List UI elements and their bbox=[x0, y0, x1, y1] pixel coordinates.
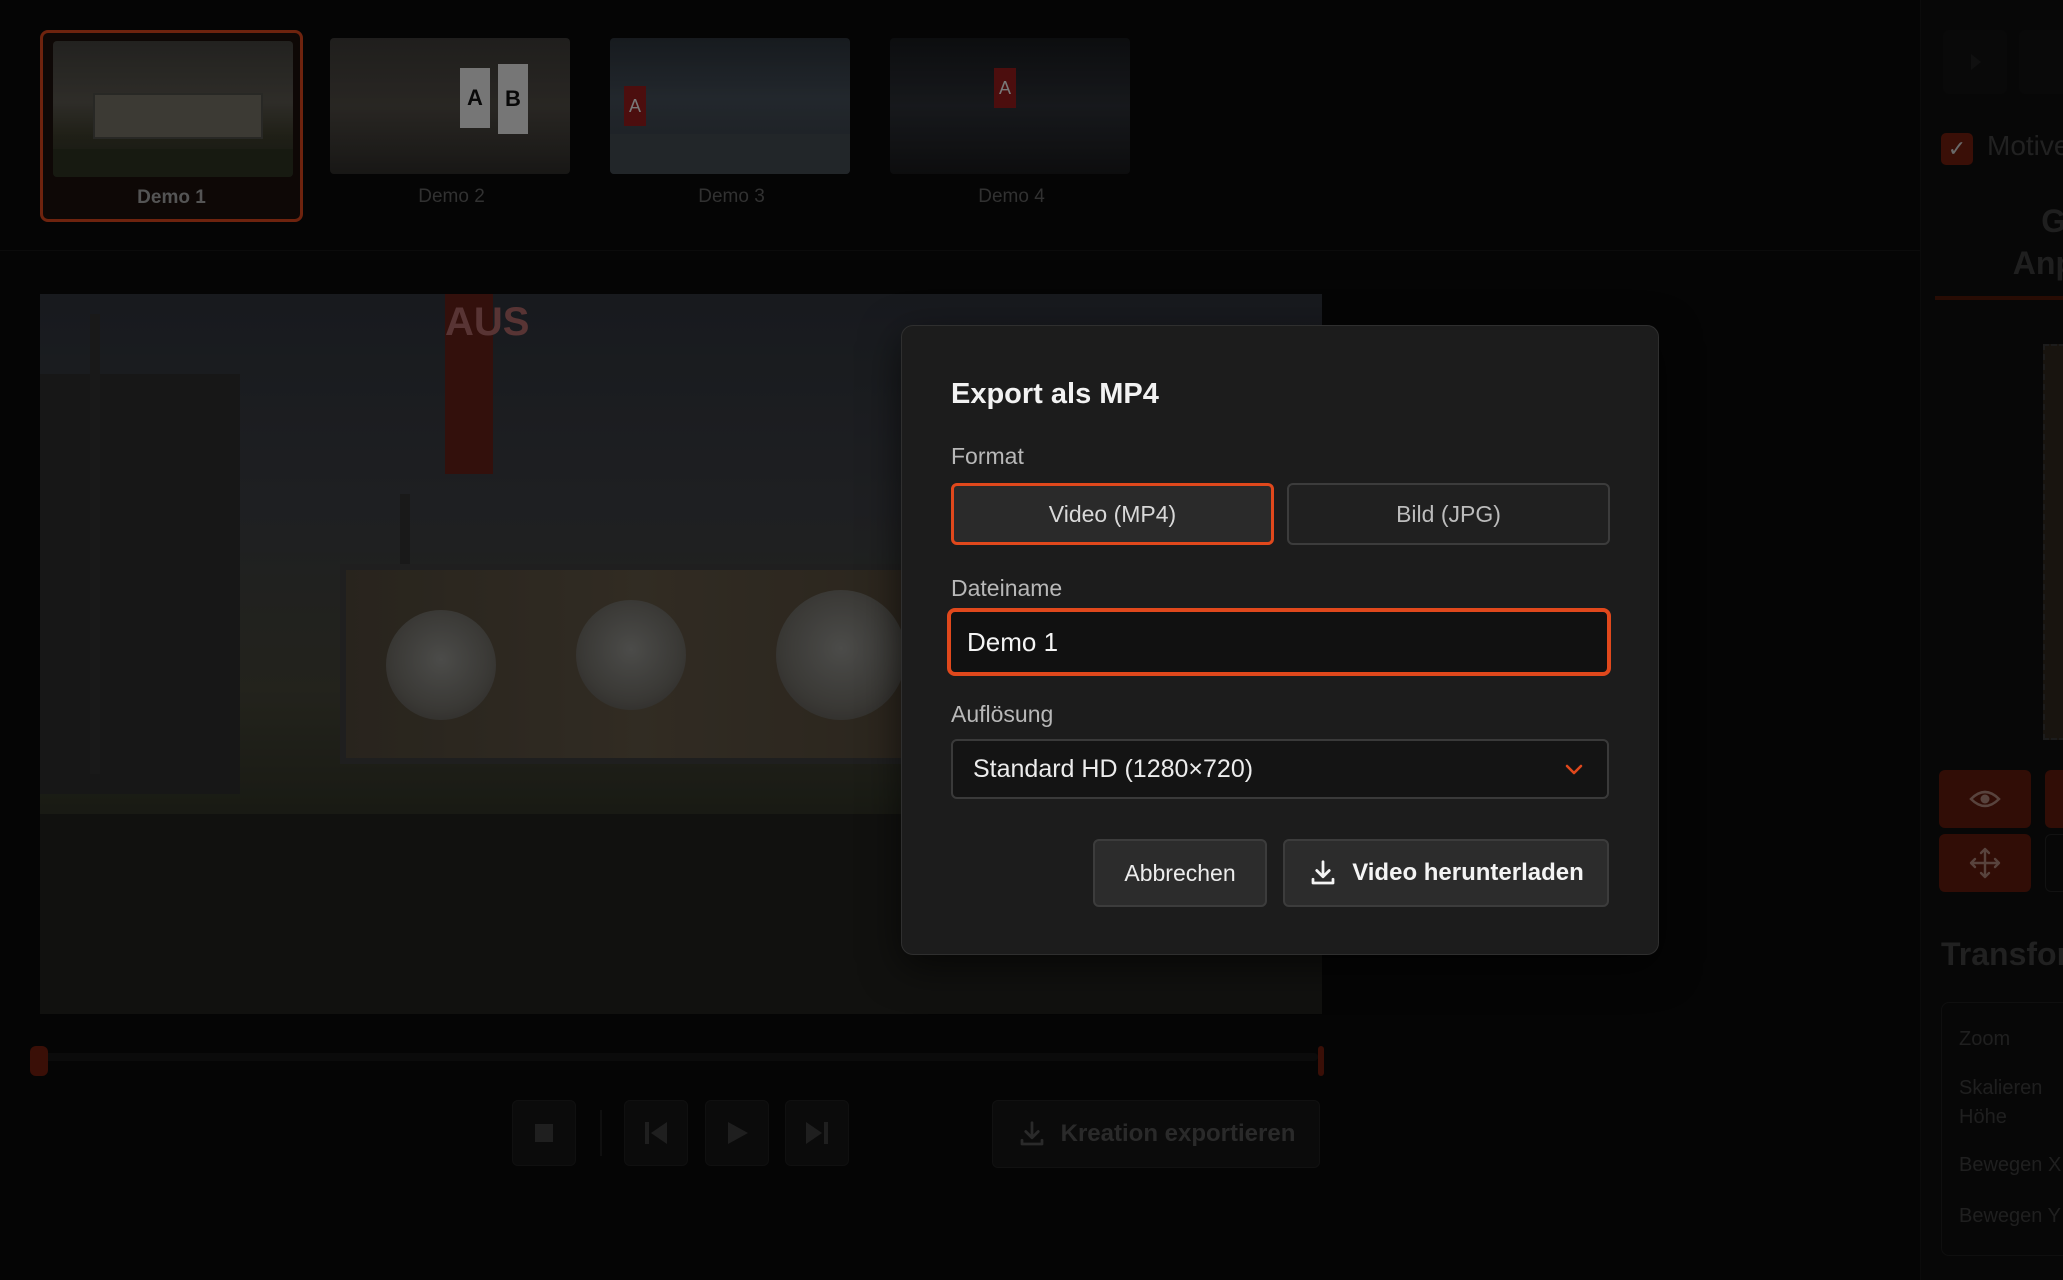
download-video-label: Video herunterladen bbox=[1352, 859, 1584, 886]
resolution-label: Auflösung bbox=[951, 701, 1054, 727]
format-label: Format bbox=[951, 443, 1024, 469]
filename-input[interactable] bbox=[947, 608, 1611, 676]
format-video-button[interactable]: Video (MP4) bbox=[951, 483, 1274, 545]
filename-label: Dateiname bbox=[951, 575, 1063, 601]
export-dialog: Export als MP4 Format Video (MP4) Bild (… bbox=[901, 325, 1659, 955]
resolution-value: Standard HD (1280×720) bbox=[973, 754, 1254, 783]
download-video-button[interactable]: Video herunterladen bbox=[1283, 839, 1609, 907]
dialog-title: Export als MP4 bbox=[951, 378, 1159, 410]
format-image-button[interactable]: Bild (JPG) bbox=[1287, 483, 1610, 545]
chevron-down-icon bbox=[1565, 764, 1583, 775]
cancel-button[interactable]: Abbrechen bbox=[1093, 839, 1267, 907]
download-icon bbox=[1311, 860, 1335, 885]
resolution-select[interactable]: Standard HD (1280×720) bbox=[951, 739, 1609, 799]
